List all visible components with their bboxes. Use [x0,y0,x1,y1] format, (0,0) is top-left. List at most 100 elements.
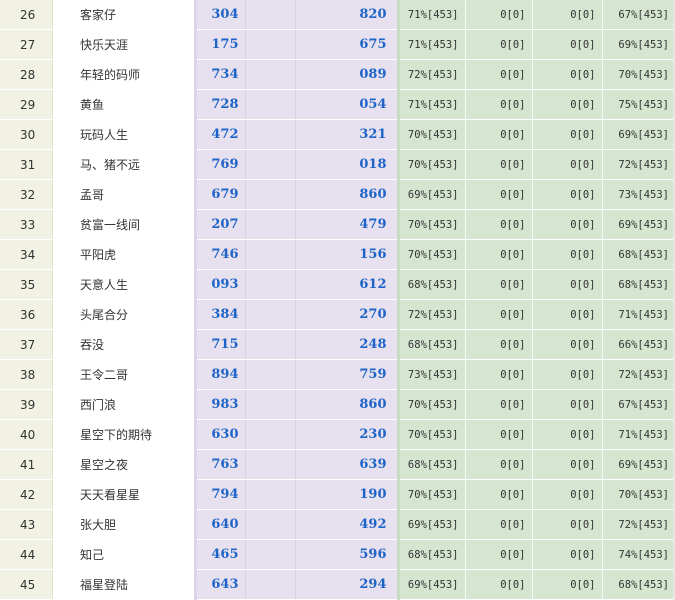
blank-cell [244,149,296,180]
stat-3-cell: 0[0] [531,0,602,30]
number-b-cell: 156 [295,239,398,270]
blank-cell [244,569,296,600]
blank-cell [244,329,296,360]
stat-2-cell: 0[0] [464,539,532,570]
number-b-cell: 860 [295,389,398,420]
blank-cell [244,509,296,540]
stat-1-cell: 72%[453] [396,59,465,90]
number-b-cell: 294 [295,569,398,600]
spacer-cell [52,179,80,210]
ranking-table: 26 客家仔 304 820 71%[453] 0[0] 0[0] 67%[453] 27 快乐天… [0,0,675,600]
number-a-cell: 384 [193,299,245,330]
stat-3-cell: 0[0] [531,569,602,600]
stat-3-cell: 0[0] [531,329,602,360]
table-row: 34 平阳虎 746 156 70%[453] 0[0] 0[0] 68%[453] [0,239,675,270]
stat-1-cell: 71%[453] [396,29,465,60]
stat-1-cell: 71%[453] [396,0,465,30]
stat-1-cell: 70%[453] [396,119,465,150]
rank-cell: 26 [0,0,53,30]
stat-3-cell: 0[0] [531,119,602,150]
number-b-cell: 054 [295,89,398,120]
number-a-cell: 715 [193,329,245,360]
rank-cell: 43 [0,509,53,540]
number-b-cell: 596 [295,539,398,570]
stat-2-cell: 0[0] [464,59,532,90]
rank-cell: 45 [0,569,53,600]
number-b-cell: 248 [295,329,398,360]
number-a-cell: 679 [193,179,245,210]
number-a-cell: 630 [193,419,245,450]
rank-cell: 31 [0,149,53,180]
stat-4-cell: 68%[453] [601,269,675,300]
stat-2-cell: 0[0] [464,0,532,30]
table-row: 40 星空下的期待 630 230 70%[453] 0[0] 0[0] 71%[453] [0,419,675,450]
rank-cell: 39 [0,389,53,420]
number-b-cell: 675 [295,29,398,60]
blank-cell [244,29,296,60]
spacer-cell [52,509,80,540]
player-name-cell: 头尾合分 [80,299,195,330]
rank-cell: 27 [0,29,53,60]
stat-3-cell: 0[0] [531,539,602,570]
rank-cell: 41 [0,449,53,480]
spacer-cell [52,479,80,510]
stat-4-cell: 68%[453] [601,569,675,600]
spacer-cell [52,29,80,60]
stat-1-cell: 68%[453] [396,449,465,480]
number-b-cell: 270 [295,299,398,330]
number-a-cell: 794 [193,479,245,510]
number-a-cell: 093 [193,269,245,300]
number-b-cell: 089 [295,59,398,90]
table-row: 29 黄鱼 728 054 71%[453] 0[0] 0[0] 75%[453] [0,89,675,120]
stat-3-cell: 0[0] [531,149,602,180]
player-name-cell: 星空下的期待 [80,419,195,450]
player-name-cell: 张大胆 [80,509,195,540]
number-a-cell: 728 [193,89,245,120]
stat-3-cell: 0[0] [531,509,602,540]
rank-cell: 29 [0,89,53,120]
spacer-cell [52,89,80,120]
rank-cell: 30 [0,119,53,150]
stat-2-cell: 0[0] [464,89,532,120]
spacer-cell [52,0,80,30]
stat-4-cell: 69%[453] [601,449,675,480]
stat-4-cell: 70%[453] [601,479,675,510]
table-row: 36 头尾合分 384 270 72%[453] 0[0] 0[0] 71%[453] [0,299,675,330]
rank-cell: 42 [0,479,53,510]
player-name-cell: 平阳虎 [80,239,195,270]
spacer-cell [52,539,80,570]
stat-2-cell: 0[0] [464,269,532,300]
number-a-cell: 175 [193,29,245,60]
player-name-cell: 天天看星星 [80,479,195,510]
blank-cell [244,299,296,330]
stat-1-cell: 71%[453] [396,89,465,120]
stat-2-cell: 0[0] [464,149,532,180]
rank-cell: 33 [0,209,53,240]
stat-4-cell: 72%[453] [601,149,675,180]
spacer-cell [52,59,80,90]
player-name-cell: 吞没 [80,329,195,360]
player-name-cell: 年轻的码师 [80,59,195,90]
number-b-cell: 018 [295,149,398,180]
blank-cell [244,209,296,240]
spacer-cell [52,269,80,300]
stat-1-cell: 68%[453] [396,269,465,300]
number-a-cell: 763 [193,449,245,480]
number-a-cell: 640 [193,509,245,540]
spacer-cell [52,449,80,480]
number-b-cell: 759 [295,359,398,390]
number-a-cell: 643 [193,569,245,600]
player-name-cell: 西门浪 [80,389,195,420]
number-a-cell: 769 [193,149,245,180]
table-row: 42 天天看星星 794 190 70%[453] 0[0] 0[0] 70%[453] [0,479,675,510]
table-row: 26 客家仔 304 820 71%[453] 0[0] 0[0] 67%[453] [0,0,675,30]
number-b-cell: 639 [295,449,398,480]
table-row: 44 知己 465 596 68%[453] 0[0] 0[0] 74%[453] [0,539,675,570]
player-name-cell: 天意人生 [80,269,195,300]
stat-4-cell: 70%[453] [601,59,675,90]
table-row: 45 福星登陆 643 294 69%[453] 0[0] 0[0] 68%[453] [0,569,675,600]
table-row: 35 天意人生 093 612 68%[453] 0[0] 0[0] 68%[453] [0,269,675,300]
spacer-cell [52,119,80,150]
player-name-cell: 马、猪不远 [80,149,195,180]
number-a-cell: 734 [193,59,245,90]
